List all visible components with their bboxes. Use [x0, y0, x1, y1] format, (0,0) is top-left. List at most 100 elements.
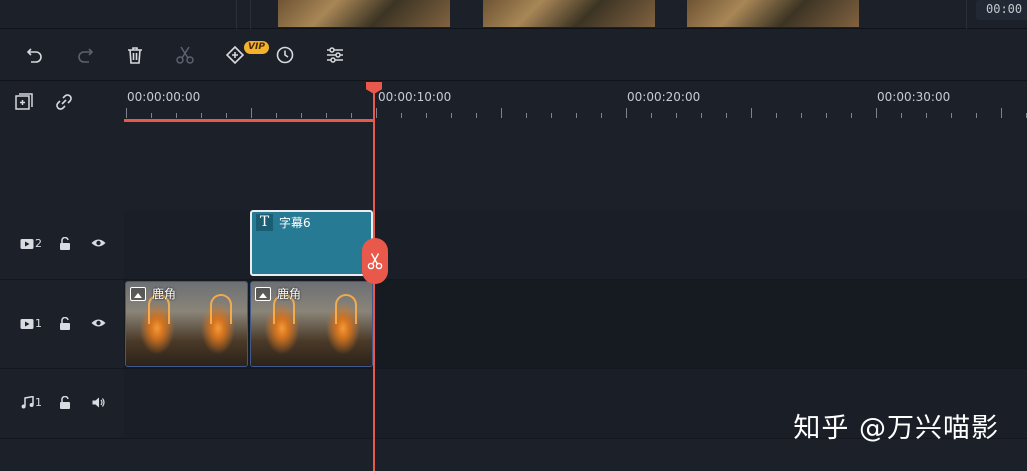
- link-button[interactable]: [52, 90, 76, 114]
- eye-icon: [91, 319, 106, 327]
- ruler-tick: [576, 113, 577, 118]
- clip-frame: [188, 282, 247, 366]
- speed-button[interactable]: [273, 43, 297, 67]
- ruler-tick: [151, 113, 152, 118]
- track-number: 1: [35, 317, 42, 330]
- image-icon: [130, 286, 146, 301]
- track-number: 1: [35, 396, 42, 409]
- link-icon: [56, 94, 72, 110]
- track-header-empty: [0, 439, 124, 471]
- unlock-icon: [60, 237, 70, 250]
- unlock-icon: [60, 317, 70, 330]
- clip-name: 鹿角: [152, 287, 177, 301]
- music-track-icon: [21, 396, 34, 409]
- track-visibility-toggle[interactable]: [91, 238, 106, 248]
- ruler-tick: [876, 108, 877, 118]
- media-preview-strip: 00:00: [0, 0, 1027, 29]
- track-empty-area[interactable]: [124, 122, 1027, 210]
- keyframe-icon: [225, 45, 245, 65]
- track-header-video-1: 1: [0, 280, 124, 369]
- ruler-tick: [601, 113, 602, 118]
- ruler-tick: [976, 113, 977, 118]
- video-editor-timeline: 00:00 VIP 00:00:00:00 00:00:10:00 00:00:…: [0, 0, 1027, 471]
- vip-badge: VIP: [244, 41, 269, 54]
- split-at-playhead-button[interactable]: [362, 238, 388, 284]
- clip-name: 字幕6: [279, 216, 311, 230]
- undo-button[interactable]: [23, 43, 47, 67]
- ruler-tick: [326, 113, 327, 118]
- preview-thumbnail[interactable]: [278, 0, 450, 27]
- timecode-display: 00:00: [976, 0, 1027, 20]
- ruler-tick: [726, 113, 727, 118]
- ruler-tick: [801, 113, 802, 118]
- divider: [236, 0, 237, 29]
- ruler-label: 00:00:00:00: [127, 90, 201, 104]
- track-number: 2: [35, 237, 42, 250]
- delete-button[interactable]: [123, 43, 147, 67]
- preview-thumbnail[interactable]: [687, 0, 859, 27]
- ruler-tick: [226, 113, 227, 118]
- eye-icon: [91, 239, 106, 247]
- ruler-tick: [251, 108, 252, 118]
- ruler-tick: [551, 113, 552, 118]
- redo-icon: [78, 48, 94, 63]
- title-clip[interactable]: T 字幕6: [250, 210, 373, 276]
- split-icon: [176, 46, 194, 64]
- ruler-tick: [501, 108, 502, 118]
- ruler-label: 00:00:30:00: [877, 90, 951, 104]
- preview-thumbnail[interactable]: [483, 0, 655, 27]
- ruler-tick: [401, 113, 402, 118]
- video-track-icon: [20, 318, 34, 329]
- ruler-tick: [526, 113, 527, 118]
- adjust-icon: [327, 47, 343, 63]
- add-track-icon: [15, 93, 33, 110]
- ruler-tick: [451, 113, 452, 118]
- ruler-tick: [651, 113, 652, 118]
- adjust-button[interactable]: [323, 43, 347, 67]
- track-header-empty: [0, 122, 124, 210]
- ruler-tick: [301, 113, 302, 118]
- ruler-tick: [826, 113, 827, 118]
- clock-icon: [276, 46, 294, 64]
- ruler-tick: [376, 108, 377, 118]
- video-clip[interactable]: 鹿角: [125, 281, 248, 367]
- add-track-button[interactable]: [12, 90, 36, 114]
- ruler-tick: [926, 113, 927, 118]
- track-visibility-toggle[interactable]: [91, 318, 106, 328]
- ruler-tick: [276, 113, 277, 118]
- track-lock-toggle[interactable]: [59, 237, 71, 250]
- clip-frame: [313, 282, 372, 366]
- divider: [966, 0, 967, 29]
- ruler-tick: [701, 113, 702, 118]
- ruler-tick: [351, 113, 352, 118]
- ruler-tick: [751, 108, 752, 118]
- ruler-tick: [951, 113, 952, 118]
- ruler-tick: [426, 113, 427, 118]
- ruler-tick: [176, 113, 177, 118]
- ruler-tick: [476, 113, 477, 118]
- watermark-text: 知乎 @万兴喵影: [793, 413, 999, 444]
- scissors-icon: [367, 253, 383, 270]
- ruler-label: 00:00:10:00: [378, 90, 452, 104]
- track-mute-toggle[interactable]: [92, 397, 106, 408]
- time-ruler[interactable]: 00:00:00:00 00:00:10:00 00:00:20:00 00:0…: [124, 82, 1027, 122]
- split-button[interactable]: [173, 43, 197, 67]
- ruler-tick: [776, 113, 777, 118]
- ruler-tick: [851, 113, 852, 118]
- clip-name: 鹿角: [277, 287, 302, 301]
- unlock-icon: [60, 396, 70, 409]
- ruler-tick: [201, 113, 202, 118]
- video-clip[interactable]: 鹿角: [250, 281, 373, 367]
- ruler-tick: [901, 113, 902, 118]
- timeline-header-controls: [0, 82, 124, 122]
- track-lock-toggle[interactable]: [59, 317, 71, 330]
- ruler-tick: [126, 108, 127, 118]
- speaker-icon: [92, 397, 105, 408]
- divider: [250, 0, 251, 29]
- text-icon: T: [256, 214, 273, 231]
- track-header-video-2: 2: [0, 210, 124, 280]
- ruler-tick: [626, 108, 627, 118]
- video-track-icon: [20, 238, 34, 249]
- redo-button[interactable]: [73, 43, 97, 67]
- track-lock-toggle[interactable]: [59, 396, 71, 409]
